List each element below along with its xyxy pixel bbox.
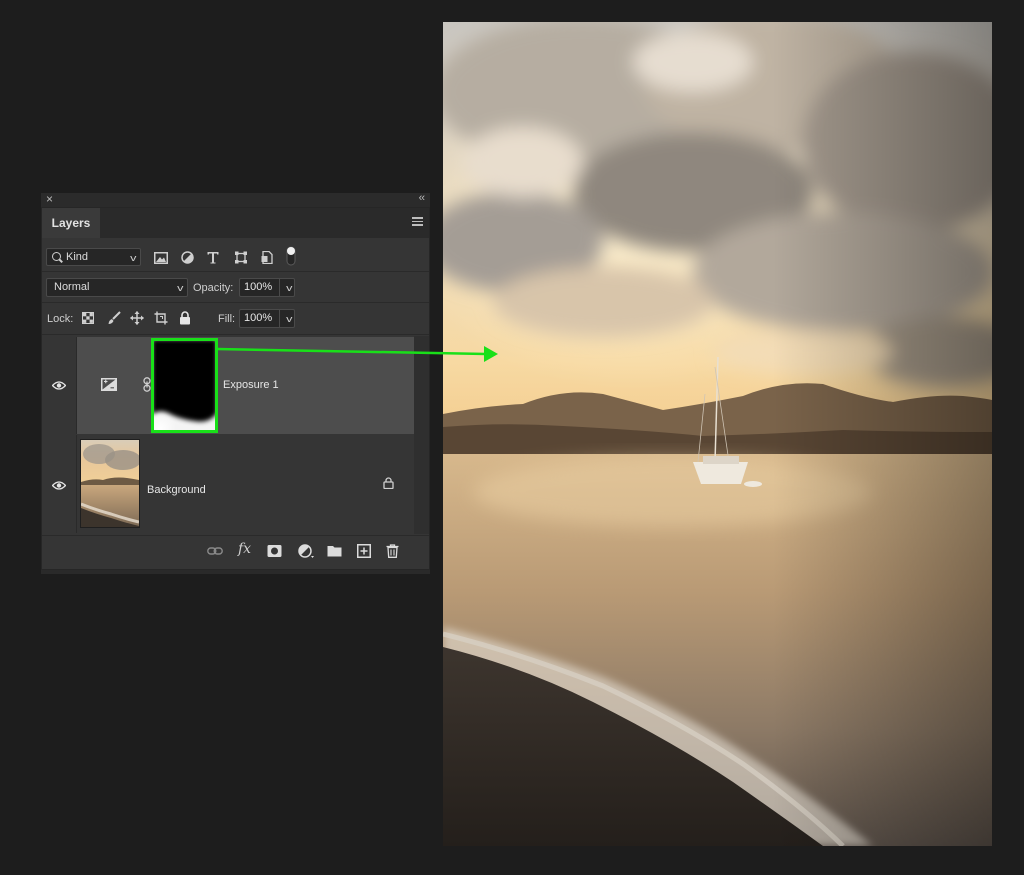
visibility-column [42, 337, 77, 434]
smart-object-filter-icon[interactable] [261, 251, 273, 264]
shape-filter-icon[interactable] [234, 251, 248, 264]
layer-exposure-1[interactable]: Exposure 1 [42, 337, 414, 434]
eye-icon[interactable] [52, 381, 66, 390]
opacity-label: Opacity: [193, 282, 234, 294]
new-group-icon[interactable] [327, 544, 342, 558]
blend-mode-value: Normal [54, 281, 90, 293]
add-mask-icon[interactable] [267, 544, 282, 558]
delete-layer-icon[interactable] [386, 544, 399, 558]
chevron-down-icon[interactable]: v [286, 311, 292, 328]
lock-row: Lock: Fill: 100% v [42, 303, 429, 335]
layer-name[interactable]: Background [147, 484, 206, 496]
layer-mask-thumbnail[interactable] [151, 338, 218, 433]
opacity-value: 100% [244, 281, 273, 293]
mask-shape [154, 341, 215, 430]
chevron-down-icon[interactable]: v [286, 280, 292, 297]
fill-value: 100% [244, 312, 273, 324]
chevron-down-icon: v [129, 253, 136, 263]
lock-transparent-icon[interactable] [82, 312, 94, 324]
lock-image-pixels-icon[interactable] [107, 311, 121, 325]
panel-menu-icon[interactable] [412, 217, 423, 227]
new-fill-adjustment-icon[interactable] [298, 544, 315, 558]
lock-icon[interactable] [383, 477, 394, 489]
fill-field[interactable]: 100% v [239, 309, 295, 328]
lock-artboard-icon[interactable] [154, 311, 168, 325]
close-panel-icon[interactable]: × [46, 192, 53, 206]
lock-label: Lock: [47, 313, 74, 325]
panel-tab-bar: Layers [42, 208, 429, 238]
layers-scrollbar[interactable] [414, 336, 429, 534]
image-filter-icon[interactable] [154, 252, 168, 264]
kind-filter-label: Kind [66, 251, 89, 263]
adjustment-filter-icon[interactable] [181, 251, 194, 264]
document-canvas[interactable] [443, 22, 992, 846]
kind-filter-select[interactable]: Kind v [46, 248, 141, 266]
fx-icon[interactable]: fx [238, 542, 251, 556]
opacity-field[interactable]: 100% v [239, 278, 295, 297]
collapse-panel-icon[interactable]: ‹‹ [419, 192, 425, 204]
panel-bottom-edge [41, 570, 430, 574]
layer-background[interactable]: Background [42, 435, 414, 533]
tab-layers[interactable]: Layers [42, 208, 100, 238]
filter-toggle-icon[interactable] [286, 246, 296, 266]
exposure-adjustment-icon [101, 378, 117, 391]
search-icon [52, 252, 61, 261]
new-layer-icon[interactable] [357, 544, 371, 558]
layers-footer: fx [42, 535, 429, 566]
blend-row: Normal v Opacity: 100% v [42, 272, 429, 303]
lock-all-icon[interactable] [179, 311, 191, 325]
background-thumbnail[interactable] [80, 439, 140, 528]
beach-image [81, 440, 139, 527]
type-filter-icon[interactable] [207, 251, 219, 264]
chevron-down-icon: v [176, 283, 183, 293]
lock-position-icon[interactable] [130, 311, 144, 325]
eye-icon[interactable] [52, 481, 66, 490]
panel-header: × ‹‹ [41, 192, 430, 208]
filter-row: Kind v [42, 239, 429, 272]
fill-label: Fill: [218, 313, 236, 325]
link-layers-icon[interactable] [207, 544, 223, 558]
mask-link-icon[interactable] [143, 377, 151, 392]
blend-mode-select[interactable]: Normal v [46, 278, 188, 297]
layers-panel: Layers Kind v Normal v Opacity: 100% v L… [41, 207, 430, 570]
layer-name[interactable]: Exposure 1 [223, 379, 279, 391]
visibility-column [42, 435, 77, 533]
